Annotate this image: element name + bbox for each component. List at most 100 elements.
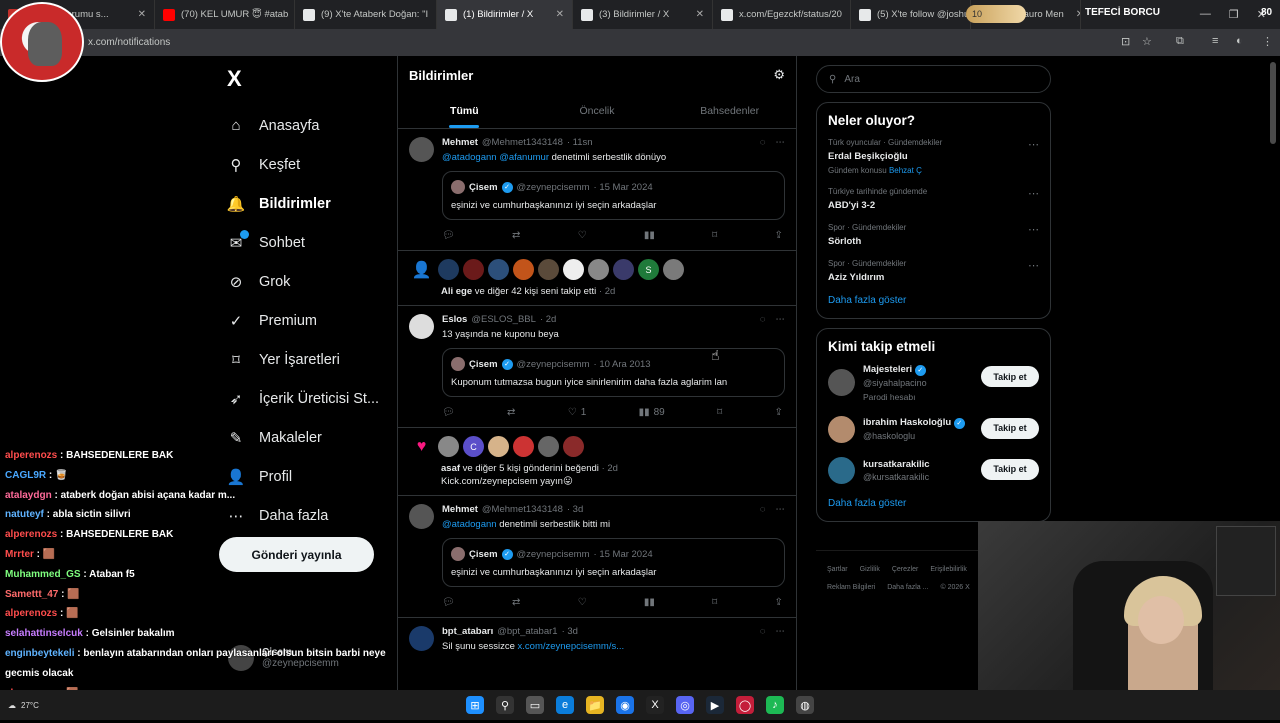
mention-link[interactable]: @atadogann bbox=[442, 152, 497, 163]
follow-notification[interactable]: 👤 S Ali ege ve diğer 42 kişi seni takip … bbox=[398, 251, 796, 306]
more-icon[interactable]: ⋯ bbox=[776, 626, 786, 637]
footer-link[interactable]: © 2026 X bbox=[940, 584, 969, 591]
chat-username[interactable]: alperenozs bbox=[5, 608, 57, 619]
views-icon[interactable]: ▮▮ 89 bbox=[639, 407, 665, 418]
follower-avatar[interactable] bbox=[488, 259, 509, 280]
url-text[interactable]: x.com/notifications bbox=[88, 37, 170, 48]
bookmark-icon[interactable]: ⌑ bbox=[717, 407, 722, 418]
media-icon[interactable]: ≡ bbox=[1212, 35, 1218, 47]
chat-username[interactable]: CAGL9R bbox=[5, 470, 46, 481]
chat-username[interactable]: selahattinselcuk bbox=[5, 628, 83, 639]
footer-link[interactable]: Şartlar bbox=[827, 566, 848, 573]
chat-username[interactable]: Muhammed_GS bbox=[5, 569, 81, 580]
more-icon[interactable]: ⋯ bbox=[1028, 138, 1039, 151]
taskbar-app-icon[interactable]: X bbox=[646, 696, 664, 714]
weather-widget[interactable]: ☁ 27°C bbox=[8, 690, 39, 720]
taskbar-app-icon[interactable]: ◍ bbox=[796, 696, 814, 714]
taskbar-app-icon[interactable]: ◯ bbox=[736, 696, 754, 714]
tab-priority[interactable]: Öncelik bbox=[531, 94, 664, 128]
more-icon[interactable]: ⋯ bbox=[1028, 187, 1039, 200]
nav-item-premium[interactable]: ✓ Premium bbox=[219, 301, 389, 340]
follower-avatar[interactable] bbox=[538, 259, 559, 280]
chat-username[interactable]: alperenozs bbox=[5, 529, 57, 540]
notification-post[interactable]: Mehmet @Mehmet1343148 · 3d ◌ ⋯ @atadogann… bbox=[398, 496, 796, 618]
repost-icon[interactable]: ⇄ bbox=[507, 407, 515, 418]
taskbar-app-icon[interactable]: ◉ bbox=[616, 696, 634, 714]
grok-icon[interactable]: ◌ bbox=[760, 314, 766, 325]
trend-sub-link[interactable]: Behzat Ç bbox=[889, 166, 922, 175]
footer-link[interactable]: Gizlilik bbox=[860, 566, 880, 573]
browser-tab[interactable]: (3) Bildirimler / X ✕ bbox=[573, 0, 713, 29]
reply-icon[interactable]: 💬︎ bbox=[442, 230, 455, 241]
tab-all[interactable]: Tümü bbox=[398, 94, 531, 128]
avatar[interactable] bbox=[828, 415, 855, 443]
follower-avatar[interactable] bbox=[513, 259, 534, 280]
follow-button[interactable]: Takip et bbox=[981, 417, 1039, 439]
browser-tab[interactable]: (70) KEL UMUR 😇 #atab✕ bbox=[155, 0, 295, 29]
share-icon[interactable]: ⇪ bbox=[775, 597, 783, 608]
liker-avatar[interactable] bbox=[438, 436, 459, 457]
nav-item-search[interactable]: ⚲ Keşfet bbox=[219, 145, 389, 184]
more-icon[interactable]: ⋯ bbox=[776, 504, 786, 515]
notification-post[interactable]: bpt_atabarı @bpt_atabar1 · 3d ◌ ⋯ Sil şun… bbox=[398, 618, 796, 652]
taskbar-app-icon[interactable]: 📁 bbox=[586, 696, 604, 714]
more-icon[interactable]: ⋯ bbox=[776, 314, 786, 325]
taskbar-app-icon[interactable]: ⊞ bbox=[466, 696, 484, 714]
more-icon[interactable]: ⋯ bbox=[1028, 259, 1039, 272]
trend-item[interactable]: Türkiye tarihinde gündemde ABD'yi 3-2 ⋯ bbox=[828, 187, 1039, 211]
liker-avatar[interactable] bbox=[563, 436, 584, 457]
nav-item-grok[interactable]: ⊘ Grok bbox=[219, 262, 389, 301]
views-icon[interactable]: ▮▮ bbox=[644, 597, 655, 608]
install-icon[interactable]: ⊡ bbox=[1121, 35, 1130, 48]
trend-item[interactable]: Spor · Gündemdekiler Sörloth ⋯ bbox=[828, 223, 1039, 247]
avatar[interactable] bbox=[409, 504, 434, 529]
nav-item-bookmark[interactable]: ⌑ Yer İşaretleri bbox=[219, 340, 389, 379]
notif-user[interactable]: asaf bbox=[441, 463, 460, 474]
grok-icon[interactable]: ◌ bbox=[760, 504, 766, 515]
nav-item-rocket[interactable]: ➶ İçerik Üreticisi St... bbox=[219, 379, 389, 418]
follower-avatar[interactable] bbox=[588, 259, 609, 280]
follower-avatar[interactable] bbox=[463, 259, 484, 280]
search-input[interactable]: ⚲ Ara bbox=[816, 65, 1051, 93]
follower-avatar[interactable] bbox=[663, 259, 684, 280]
follower-avatar[interactable] bbox=[438, 259, 459, 280]
avatar[interactable] bbox=[828, 456, 855, 484]
mention-link[interactable]: @atadogann bbox=[442, 519, 497, 530]
taskbar-app-icon[interactable]: ♪ bbox=[766, 696, 784, 714]
bookmark-icon[interactable]: ⌑ bbox=[712, 230, 717, 241]
liker-avatar[interactable] bbox=[488, 436, 509, 457]
liker-avatar[interactable] bbox=[538, 436, 559, 457]
follow-button[interactable]: Takip et bbox=[981, 458, 1039, 480]
notification-post[interactable]: Mehmet @Mehmet1343148 · 11sn ◌ ⋯ @atadoga… bbox=[398, 129, 796, 251]
bookmark-star-icon[interactable]: ☆ bbox=[1142, 35, 1152, 48]
close-icon[interactable]: ✕ bbox=[1070, 9, 1080, 20]
browser-tab[interactable]: (5) X'te follow @joshuax✕ bbox=[851, 0, 971, 29]
window-control-button[interactable]: — bbox=[1200, 8, 1211, 21]
show-more-link[interactable]: Daha fazla göster bbox=[828, 295, 1039, 306]
liker-avatar[interactable] bbox=[513, 436, 534, 457]
nav-item-chat[interactable]: ✉ Sohbet bbox=[219, 223, 389, 262]
extensions-icon[interactable]: ⧉ bbox=[1176, 35, 1184, 48]
close-icon[interactable]: ✕ bbox=[132, 9, 146, 20]
x-logo-icon[interactable]: X bbox=[227, 66, 389, 92]
close-icon[interactable]: ✕ bbox=[550, 9, 564, 20]
post-author-name[interactable]: Eslos bbox=[442, 314, 467, 325]
grok-icon[interactable]: ◌ bbox=[760, 626, 766, 637]
chat-username[interactable]: atalaydgn bbox=[5, 490, 52, 501]
chat-username[interactable]: Mrrter bbox=[5, 549, 34, 560]
close-icon[interactable]: ✕ bbox=[690, 9, 704, 20]
repost-icon[interactable]: ⇄ bbox=[512, 597, 520, 608]
quoted-post[interactable]: Çisem ✓ @zeynepcisemm · 10 Ara 2013 Kuponum… bbox=[442, 348, 785, 397]
like-notification[interactable]: ♥ C asaf ve diğer 5 kişi gönderini beğen… bbox=[398, 428, 796, 496]
gear-icon[interactable]: ⚙ bbox=[773, 67, 785, 83]
avatar[interactable] bbox=[409, 137, 434, 162]
taskbar-app-icon[interactable]: ▶ bbox=[706, 696, 724, 714]
tab-mentions[interactable]: Bahsedenler bbox=[663, 94, 796, 128]
share-icon[interactable]: ⇪ bbox=[775, 230, 783, 241]
like-icon[interactable]: ♡ 1 bbox=[568, 407, 587, 418]
nav-item-bell[interactable]: 🔔 Bildirimler bbox=[219, 184, 389, 223]
follower-avatar[interactable]: S bbox=[638, 259, 659, 280]
avatar[interactable] bbox=[828, 369, 855, 397]
chat-username[interactable]: natuteyf bbox=[5, 509, 44, 520]
follower-avatar[interactable] bbox=[563, 259, 584, 280]
